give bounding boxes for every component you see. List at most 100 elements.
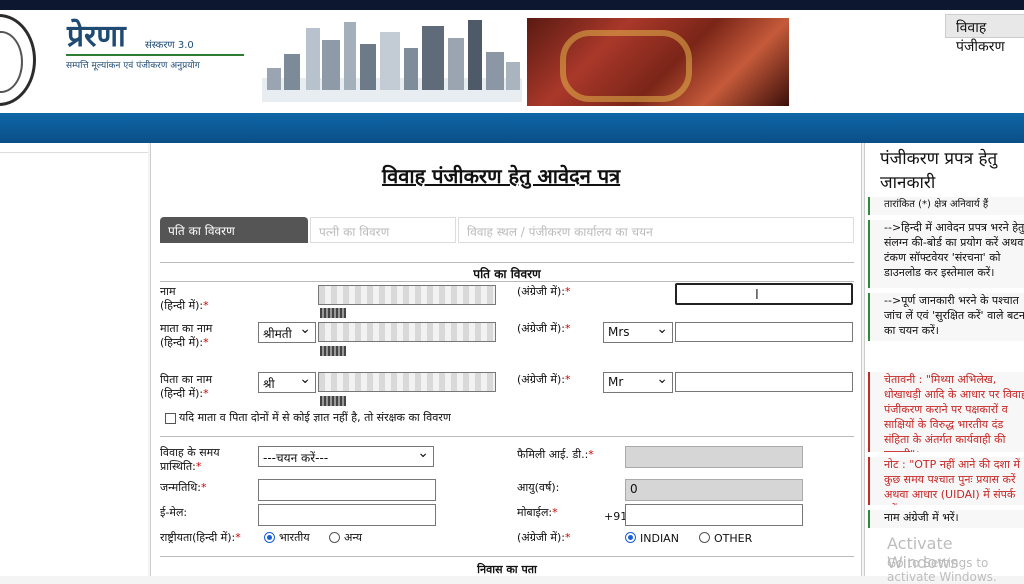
windows-activation-subtext: Go to Settings to activate Windows. bbox=[887, 556, 997, 584]
required-asterisk: * bbox=[235, 531, 241, 544]
hindi-keyboard-icon[interactable] bbox=[320, 308, 346, 318]
mother-en-prefix-select[interactable]: Mrs bbox=[603, 321, 673, 343]
father-english-label-text: (अंग्रेजी में): bbox=[517, 373, 565, 386]
nationality-en-indian-radio[interactable] bbox=[625, 532, 636, 543]
marital-status-label-text: विवाह के समय प्रास्थिति: bbox=[160, 446, 220, 473]
section-divider bbox=[160, 281, 854, 282]
app-subtitle: सम्पत्ति मूल्यांकन एवं पंजीकरण अनुप्रयोग bbox=[66, 61, 200, 71]
mother-english-label-text: (अंग्रेजी में): bbox=[517, 322, 565, 335]
required-asterisk: * bbox=[564, 373, 571, 386]
mother-name-hindi-input[interactable] bbox=[318, 322, 496, 342]
mobile-country-code: +91 bbox=[604, 510, 628, 523]
left-panel-divider bbox=[0, 152, 148, 153]
guardian-checkbox-label: यदि माता व पिता दोनों में से कोई ज्ञात न… bbox=[179, 411, 451, 424]
info-tip-save: -->पूर्ण जानकारी भरने के पश्चात जांच लें… bbox=[868, 293, 1024, 341]
marital-status-label: विवाह के समय प्रास्थिति:* bbox=[160, 446, 260, 474]
text-cursor-icon: I bbox=[755, 288, 759, 303]
app-logo-title: प्रेरणा bbox=[67, 19, 126, 54]
age-value: 0 bbox=[630, 482, 638, 496]
required-asterisk: * bbox=[564, 531, 571, 544]
required-asterisk: * bbox=[552, 506, 558, 519]
marital-status-value: ---चयन करें--- bbox=[263, 451, 329, 465]
nav-band bbox=[0, 113, 1024, 143]
dob-label: जन्मतिथि:* bbox=[160, 481, 206, 495]
mother-prefix-value: श्रीमती bbox=[263, 327, 292, 341]
family-id-label-text: फैमिली आई. डी.: bbox=[517, 448, 589, 461]
info-otp-note: नोट : "OTP नहीं आने की दशा में कुछ समय प… bbox=[868, 457, 1024, 505]
father-name-english-input[interactable] bbox=[675, 372, 853, 392]
logo-underline bbox=[66, 54, 244, 56]
required-asterisk: * bbox=[203, 336, 209, 349]
mobile-label-text: मोबाईल: bbox=[517, 506, 553, 519]
mother-prefix-select[interactable]: श्रीमती bbox=[258, 321, 316, 343]
marital-status-select[interactable]: ---चयन करें--- bbox=[258, 445, 434, 467]
app-version: संस्करण 3.0 bbox=[145, 40, 194, 51]
tab-husband-details[interactable]: पति का विवरण bbox=[160, 217, 308, 243]
name-hindi-label-text: नाम (हिन्दी में): bbox=[160, 285, 204, 312]
nationality-other-radio[interactable] bbox=[329, 532, 340, 543]
nationality-indian-label: भारतीय bbox=[279, 531, 310, 544]
father-prefix-select[interactable]: श्री bbox=[258, 371, 316, 393]
tab-venue-office[interactable]: विवाह स्थल / पंजीकरण कार्यालय का चयन bbox=[458, 217, 854, 243]
dob-input[interactable] bbox=[258, 479, 436, 501]
father-en-prefix-select[interactable]: Mr bbox=[603, 371, 673, 393]
hindi-keyboard-icon[interactable] bbox=[320, 346, 346, 356]
father-en-prefix-value: Mr bbox=[608, 375, 624, 389]
nationality-english-label-text: (अंग्रेजी में): bbox=[517, 531, 565, 544]
info-required-note: तारांकित (*) क्षेत्र अनिवार्य हैं bbox=[868, 197, 1024, 215]
age-label: आयु(वर्ष): bbox=[517, 481, 560, 494]
hindi-keyboard-icon[interactable] bbox=[320, 396, 346, 406]
bangles-decoration bbox=[560, 30, 692, 102]
city-skyline-image bbox=[262, 20, 522, 102]
name-hindi-label: नाम (हिन्दी में):* bbox=[160, 285, 260, 313]
email-label: ई-मेल: bbox=[160, 506, 188, 519]
info-tip-keyboard: -->हिन्दी में आवेदन प्रपत्र भरने हेतु सं… bbox=[868, 220, 1024, 288]
section-divider bbox=[160, 556, 854, 557]
nationality-indian-radio[interactable] bbox=[264, 532, 275, 543]
dob-label-text: जन्मतिथि: bbox=[160, 481, 201, 494]
info-warning: चेतावनी : "मिथ्या अभिलेख, धोखाधड़ी आदि क… bbox=[868, 372, 1024, 452]
name-english-input[interactable] bbox=[675, 283, 853, 305]
nationality-other-label: अन्य bbox=[344, 531, 363, 544]
top-strip bbox=[0, 0, 1024, 10]
mobile-input[interactable] bbox=[625, 504, 803, 526]
tab-wife-details[interactable]: पत्नी का विवरण bbox=[310, 217, 456, 243]
father-english-label: (अंग्रेजी में):* bbox=[517, 373, 570, 387]
required-asterisk: * bbox=[200, 481, 207, 494]
required-asterisk: * bbox=[203, 299, 209, 312]
nationality-label: राष्ट्रीयता(हिन्दी में):* bbox=[160, 531, 241, 545]
required-asterisk: * bbox=[564, 285, 571, 298]
info-panel-title: पंजीकरण प्रपत्र हेतु जानकारी bbox=[880, 149, 998, 193]
mobile-label: मोबाईल:* bbox=[517, 506, 558, 520]
nationality-en-other-radio[interactable] bbox=[699, 532, 710, 543]
section-divider bbox=[160, 436, 854, 437]
family-id-label: फैमिली आई. डी.:* bbox=[517, 448, 594, 462]
required-asterisk: * bbox=[564, 322, 571, 335]
left-panel bbox=[0, 143, 148, 576]
section-divider bbox=[160, 262, 854, 263]
section-heading-address: निवास का पता bbox=[477, 563, 537, 576]
required-asterisk: * bbox=[203, 387, 209, 400]
father-name-hindi-input[interactable] bbox=[318, 372, 496, 392]
mother-name-english-input[interactable] bbox=[675, 322, 853, 342]
mother-en-prefix-value: Mrs bbox=[608, 325, 630, 339]
marriage-registration-tab[interactable]: विवाह पंजीकरण bbox=[945, 14, 1024, 55]
nationality-en-other-label: OTHER bbox=[714, 532, 753, 545]
father-name-label: पिता का नाम (हिन्दी में):* bbox=[160, 373, 260, 401]
guardian-checkbox[interactable] bbox=[165, 413, 176, 424]
info-english-note: नाम अंग्रेजी में भरें। bbox=[868, 510, 1024, 528]
required-asterisk: * bbox=[195, 460, 202, 473]
mother-english-label: (अंग्रेजी में):* bbox=[517, 322, 570, 336]
section-heading-husband: पति का विवरण bbox=[473, 267, 541, 281]
email-input[interactable] bbox=[258, 504, 436, 526]
nationality-en-indian-label: INDIAN bbox=[640, 532, 679, 545]
name-hindi-input[interactable] bbox=[318, 285, 496, 305]
age-input: 0 bbox=[625, 479, 803, 501]
nationality-label-text: राष्ट्रीयता(हिन्दी में): bbox=[160, 531, 236, 544]
name-english-label-text: (अंग्रेजी में): bbox=[517, 285, 565, 298]
family-id-input[interactable] bbox=[625, 446, 803, 468]
name-english-label: (अंग्रेजी में):* bbox=[517, 285, 570, 299]
mother-name-label: माता का नाम (हिन्दी में):* bbox=[160, 322, 260, 350]
father-prefix-value: श्री bbox=[263, 377, 275, 391]
nationality-english-label: (अंग्रेजी में):* bbox=[517, 531, 570, 545]
